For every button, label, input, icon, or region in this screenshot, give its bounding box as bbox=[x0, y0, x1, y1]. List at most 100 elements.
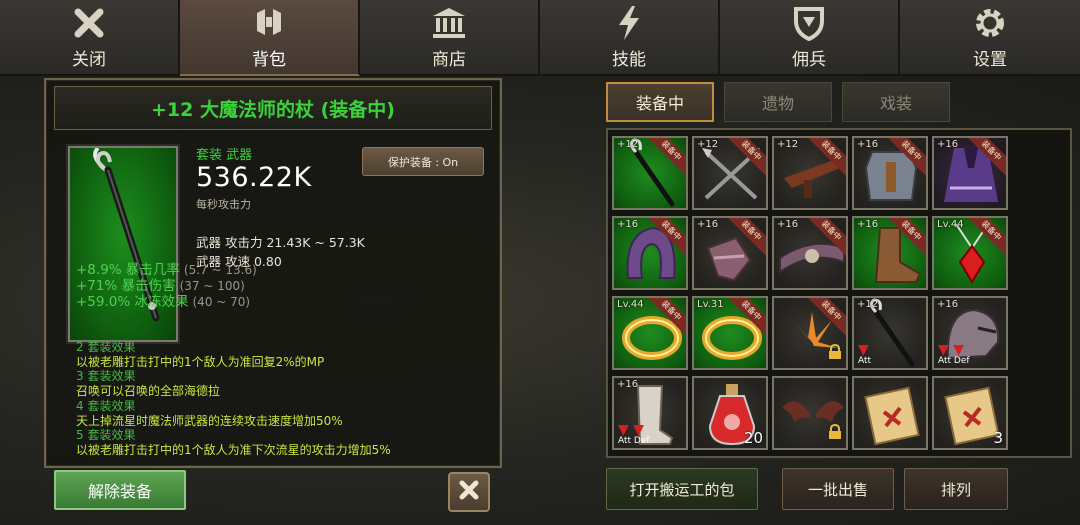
tab-label: 关闭 bbox=[72, 50, 106, 70]
stack-count: 3 bbox=[993, 429, 1003, 447]
tab-label: 佣兵 bbox=[792, 50, 826, 70]
set-effects: 2 套装效果 以被老雕打击打中的1个敌人为准回复2%的MP 3 套装效果 召唤可… bbox=[76, 340, 496, 458]
close-icon bbox=[457, 478, 481, 506]
stat-line: +8.9% 暴击几率 (5.7 ~ 13.6) bbox=[76, 262, 257, 278]
batch-sell-button[interactable]: 一批出售 bbox=[782, 468, 894, 510]
tab-backpack[interactable]: 背包 bbox=[180, 0, 360, 76]
close-icon bbox=[69, 4, 109, 42]
enhance-level: +16 bbox=[617, 379, 639, 390]
set-effect-text: 天上掉流星时魔法师武器的连续攻击速度增加50% bbox=[76, 413, 343, 428]
enhance-level: +16 bbox=[857, 139, 879, 150]
enhance-level: +12 bbox=[857, 299, 879, 310]
tab-costumes[interactable]: 戏装 bbox=[842, 82, 950, 122]
item-image-staff-icon bbox=[68, 146, 178, 342]
set-effect-header: 4 套装效果 bbox=[76, 398, 136, 413]
stat-decrease-label: Att Def bbox=[618, 436, 650, 446]
inventory-slot[interactable]: 20 bbox=[692, 376, 768, 450]
tab-label: 设置 bbox=[973, 50, 1007, 70]
inventory-slot[interactable] bbox=[772, 376, 848, 450]
stat-decrease-indicator: ▼ ▼ Att Def bbox=[618, 422, 650, 446]
weapon-attack-range: 武器 攻击力 21.43K ~ 57.3K bbox=[196, 235, 365, 250]
enhance-level: +16 bbox=[857, 219, 879, 230]
inventory-slot[interactable]: +12 装备中 bbox=[692, 136, 768, 210]
unequip-button[interactable]: 解除装备 bbox=[54, 470, 186, 510]
inventory-slot[interactable]: +16 装备中 bbox=[932, 136, 1008, 210]
protect-equipment-toggle[interactable]: 保护装备 : On bbox=[362, 147, 484, 176]
inventory-slot[interactable]: Lv.44 装备中 bbox=[612, 296, 688, 370]
scroll-icon bbox=[864, 386, 920, 446]
tab-relics[interactable]: 遗物 bbox=[724, 82, 832, 122]
top-navigation: 关闭 背包 商店 技能 佣兵 设置 bbox=[0, 0, 1080, 76]
sort-button[interactable]: 排列 bbox=[904, 468, 1008, 510]
shop-icon bbox=[429, 4, 469, 42]
shield-icon bbox=[789, 4, 829, 42]
enhance-level: +16 bbox=[937, 299, 959, 310]
lock-icon bbox=[828, 343, 842, 364]
tab-close[interactable]: 关闭 bbox=[0, 0, 180, 76]
stat-decrease-label: Att bbox=[858, 356, 872, 366]
inventory-slot[interactable]: Lv.44 装备中 bbox=[932, 216, 1008, 290]
lightning-icon bbox=[609, 4, 649, 42]
inventory-slot[interactable]: 3 bbox=[932, 376, 1008, 450]
tab-label: 背包 bbox=[252, 50, 286, 70]
item-title: +12 大魔法师的杖 (装备中) bbox=[151, 98, 395, 121]
inventory-grid: +12 装备中 +12 装备中 +12 装备中 +16 装备中 +16 装备中 +16 装备中 +16 装… bbox=[606, 128, 1072, 458]
enhance-level: +16 bbox=[617, 219, 639, 230]
stat-line: +59.0% 冰冻效果 (40 ~ 70) bbox=[76, 294, 251, 310]
inventory-slot[interactable]: +12 ▼ Att bbox=[852, 296, 928, 370]
tab-mercenary[interactable]: 佣兵 bbox=[720, 0, 900, 76]
stat-line: +71% 暴击伤害 (37 ~ 100) bbox=[76, 278, 245, 294]
inventory-slot[interactable]: +16 装备中 bbox=[692, 216, 768, 290]
tab-skills[interactable]: 技能 bbox=[540, 0, 720, 76]
attack-per-second-value: 536.22K bbox=[196, 162, 312, 193]
tab-label: 技能 bbox=[612, 50, 646, 70]
backpack-icon bbox=[249, 4, 289, 42]
attack-per-second-caption: 每秒攻击力 bbox=[196, 198, 251, 211]
inventory-slot[interactable]: +16 装备中 bbox=[772, 216, 848, 290]
enhance-level: +12 bbox=[697, 139, 719, 150]
inventory-slot[interactable]: +12 装备中 bbox=[612, 136, 688, 210]
inventory-slot[interactable]: +12 装备中 bbox=[772, 136, 848, 210]
gear-icon bbox=[970, 4, 1010, 42]
inventory-slot[interactable]: +16 装备中 bbox=[612, 216, 688, 290]
inventory-slot[interactable]: +16 ▼ ▼ Att Def bbox=[932, 296, 1008, 370]
enhance-level: +12 bbox=[777, 139, 799, 150]
inventory-slot[interactable]: +16 装备中 bbox=[852, 216, 928, 290]
stat-decrease-indicator: ▼ ▼ Att Def bbox=[938, 342, 970, 366]
enhance-level: Lv.44 bbox=[937, 219, 964, 230]
set-effect-header: 3 套装效果 bbox=[76, 369, 136, 384]
item-detail-panel: +12 大魔法师的杖 (装备中) 套装 武器 536.22K 每秒攻击力 保护装… bbox=[44, 78, 502, 468]
inventory-slot[interactable]: 装备中 bbox=[772, 296, 848, 370]
set-effect-text: 以被老雕打击打中的1个敌人为准回复2%的MP bbox=[76, 354, 325, 369]
tab-settings[interactable]: 设置 bbox=[900, 0, 1080, 76]
enhance-level: +16 bbox=[777, 219, 799, 230]
set-effect-text: 以被老雕打击打中的1个敌人为准下次流星的攻击力增加5% bbox=[76, 442, 391, 457]
item-set-type: 套装 武器 bbox=[196, 148, 253, 163]
inventory-slot[interactable]: Lv.31 装备中 bbox=[692, 296, 768, 370]
enhance-level: +16 bbox=[697, 219, 719, 230]
stack-count: 20 bbox=[743, 429, 763, 447]
inventory-slot[interactable]: +16 装备中 bbox=[852, 136, 928, 210]
stat-decrease-label: Att Def bbox=[938, 356, 970, 366]
set-effect-text: 召唤可以召唤的全部海德拉 bbox=[76, 384, 221, 399]
lock-icon bbox=[828, 423, 842, 444]
set-effect-header: 5 套装效果 bbox=[76, 428, 136, 443]
set-effect-header: 2 套装效果 bbox=[76, 340, 136, 354]
down-arrow-icon: ▼ ▼ bbox=[938, 342, 964, 358]
inventory-slot[interactable]: +16 ▼ ▼ Att Def bbox=[612, 376, 688, 450]
enhance-level: +12 bbox=[617, 139, 639, 150]
enhance-level: Lv.31 bbox=[697, 299, 724, 310]
enhance-level: +16 bbox=[937, 139, 959, 150]
down-arrow-icon: ▼ ▼ bbox=[618, 422, 644, 438]
tab-shop[interactable]: 商店 bbox=[360, 0, 540, 76]
down-arrow-icon: ▼ bbox=[858, 342, 869, 358]
stat-decrease-indicator: ▼ Att bbox=[858, 342, 872, 366]
enhance-level: Lv.44 bbox=[617, 299, 644, 310]
tab-label: 商店 bbox=[432, 50, 466, 70]
bonus-stats: +8.9% 暴击几率 (5.7 ~ 13.6) +71% 暴击伤害 (37 ~ 10… bbox=[76, 262, 496, 310]
open-porter-bag-button[interactable]: 打开搬运工的包 bbox=[606, 468, 758, 510]
tab-equipped[interactable]: 装备中 bbox=[606, 82, 714, 122]
close-detail-button[interactable] bbox=[448, 472, 490, 512]
inventory-slot[interactable] bbox=[852, 376, 928, 450]
item-title-bar: +12 大魔法师的杖 (装备中) bbox=[54, 86, 492, 130]
